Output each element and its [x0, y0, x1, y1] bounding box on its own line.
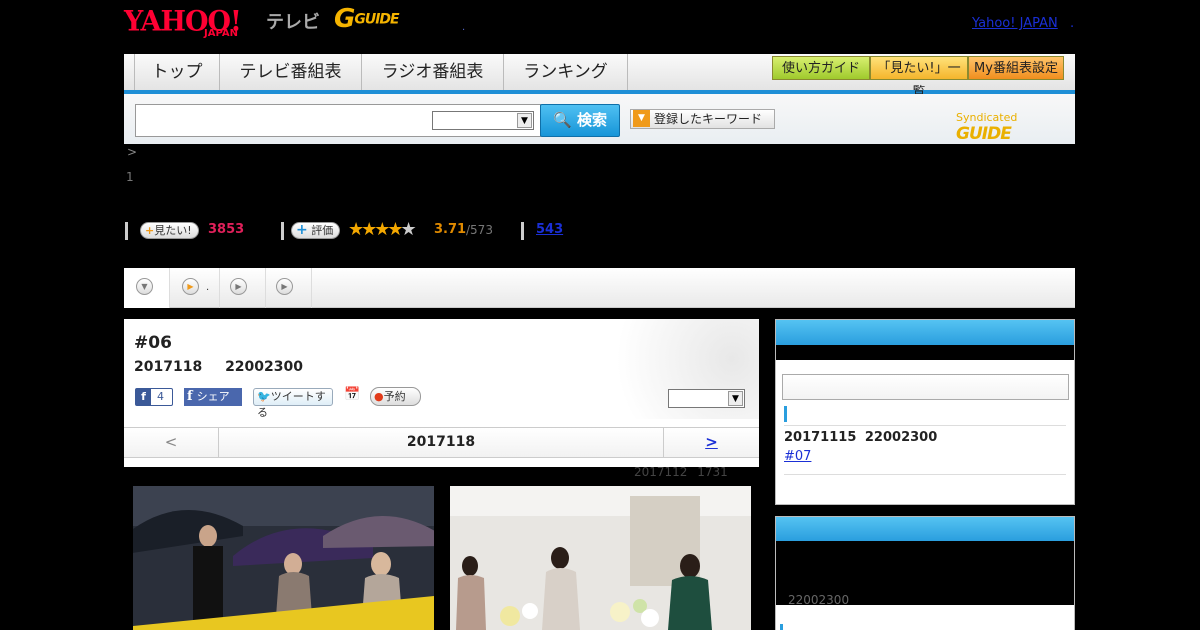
episode-title: #06 — [134, 333, 172, 353]
page: YAHOO! JAPAN テレビ GGUIDE . Yahoo! JAPAN .… — [0, 0, 1200, 630]
reserve-label: 予約 — [383, 390, 406, 403]
divider — [521, 222, 524, 240]
section-marker — [784, 406, 787, 422]
sidebar-content — [776, 605, 1074, 630]
search-category-select[interactable]: ▼ — [432, 111, 534, 130]
divider — [125, 222, 128, 240]
facebook-icon: f — [187, 389, 193, 404]
mitai-count: 3853 — [208, 222, 245, 237]
tab-4[interactable]: ▶ — [266, 268, 312, 308]
search-icon: 🔍 — [553, 111, 572, 129]
sidebar-header — [776, 517, 1074, 541]
reserve-button[interactable]: ●予約 — [370, 387, 421, 406]
scene-image-flowers — [450, 486, 751, 630]
plus-icon: + — [145, 224, 155, 237]
sidebar-field[interactable] — [782, 374, 1069, 400]
twitter-bird-icon: 🐦 — [257, 390, 271, 403]
usage-guide-button[interactable]: 使い方ガイド — [772, 56, 870, 80]
facebook-like-count[interactable]: f4 — [135, 388, 173, 406]
review-count-link[interactable]: 543 — [536, 222, 563, 237]
hyouka-button[interactable]: + 評価 — [291, 222, 341, 239]
tab-3[interactable]: ▶ — [220, 268, 266, 308]
next-episode-link[interactable]: #07 — [784, 449, 811, 464]
mitai-list-button[interactable]: 「見たい!」一覧 — [870, 56, 968, 100]
registered-keyword-label: 登録したキーワード — [654, 112, 763, 126]
dropdown-arrow-icon: ▼ — [633, 110, 650, 127]
breadcrumb: > — [127, 145, 138, 159]
tv-logo[interactable]: テレビ — [266, 8, 320, 34]
search-button-label: 検索 — [576, 111, 607, 129]
yahoo-link-dot: . — [1070, 16, 1075, 31]
date-pager: < 2017118 > — [124, 427, 759, 458]
main-nav: トップ テレビ番組表 ラジオ番組表 ランキング 使い方ガイド 「見たい!」一覧 … — [124, 54, 1075, 100]
gguide-logo-g: G — [334, 4, 355, 34]
sidebar-subheader — [776, 345, 1074, 360]
sidebar-header — [776, 320, 1074, 345]
nav-tab-ranking[interactable]: ランキング — [504, 54, 628, 90]
next-broadcast-datetime: 20171115 22002300 — [784, 430, 938, 445]
syndicated-gguide-logo: Syndicated GUIDE — [956, 111, 1075, 144]
play-circle-icon: ▶ — [182, 278, 199, 295]
tab-episode-list[interactable]: ▼ — [124, 268, 170, 308]
nav-tab-radio-schedule[interactable]: ラジオ番組表 — [362, 54, 504, 90]
syndicated-gguide-text: GUIDE — [956, 124, 1012, 144]
star-filled-icon: ★★★★ — [348, 219, 404, 240]
play-circle-icon: ▶ — [230, 278, 247, 295]
scene-image-umbrellas — [133, 486, 434, 630]
facebook-share-button[interactable]: f シェア — [184, 388, 242, 406]
header-dot: . — [462, 22, 466, 33]
tweet-button[interactable]: 🐦ツイートする — [253, 388, 333, 419]
rating-value: 3.71 — [434, 222, 467, 237]
rating-stars: ★★★★★ — [348, 219, 417, 240]
registered-keyword-button[interactable]: ▼ 登録したキーワード — [630, 109, 775, 129]
pager-current-date: 2017118 — [406, 434, 476, 450]
plus-icon: + — [296, 222, 308, 238]
gguide-logo[interactable]: GGUIDE — [334, 4, 400, 34]
tab-2[interactable]: ▶ — [170, 268, 220, 308]
nav-tab-tv-schedule[interactable]: テレビ番組表 — [220, 54, 362, 90]
chevron-down-icon: ▼ — [517, 113, 532, 128]
divider — [784, 474, 1066, 475]
record-dot-icon: ● — [374, 390, 384, 403]
star-empty-icon: ★ — [400, 219, 417, 240]
facebook-count-value: 4 — [157, 390, 164, 403]
episode-select[interactable]: ▼ — [668, 389, 745, 408]
facebook-icon: f — [136, 389, 151, 405]
section-marker — [780, 624, 783, 630]
rating-total: /573 — [466, 223, 493, 237]
search-button[interactable]: 🔍 検索 — [540, 104, 620, 137]
sidebar-next-broadcast: 20171115 22002300 #07 — [775, 319, 1075, 505]
syndicated-label: Syndicated — [956, 111, 1018, 124]
episode-datetime: 2017118 22002300 — [134, 359, 303, 375]
program-tab-bar: ▼ ▶ . ▶ ▶ — [124, 268, 1075, 308]
play-circle-icon: ▶ — [276, 278, 293, 295]
gguide-logo-suffix: GUIDE — [354, 11, 399, 28]
my-schedule-settings-button[interactable]: My番組表設定 — [968, 56, 1064, 80]
episode-panel: #06 2017118 22002300 f4 f シェア 🐦ツイートする 📅 ●… — [124, 319, 759, 467]
divider — [784, 425, 1066, 426]
search-area: ▼ 🔍 検索 ▼ 登録したキーワード Syndicated GUIDE — [124, 94, 1075, 144]
hyouka-label: 評価 — [311, 224, 334, 237]
pager-prev-button[interactable]: < — [124, 428, 219, 457]
chevron-down-circle-icon: ▼ — [136, 278, 153, 295]
sidebar-time: 22002300 — [788, 593, 850, 607]
sidebar-box-2: 22002300 — [775, 516, 1075, 630]
update-timestamp: 2017112 1731 — [634, 465, 728, 479]
divider — [281, 222, 284, 240]
yahoo-japan-logo-text: JAPAN — [204, 28, 238, 39]
chevron-down-icon: ▼ — [728, 391, 743, 406]
tab-2-label: . — [206, 282, 210, 293]
add-calendar-icon[interactable]: 📅 — [344, 387, 360, 405]
nav-tab-top[interactable]: トップ — [134, 54, 220, 90]
facebook-share-label: シェア — [196, 390, 230, 403]
pager-next-button[interactable]: > — [663, 428, 759, 457]
mitai-button[interactable]: +見たい! — [140, 222, 199, 239]
yahoo-japan-link[interactable]: Yahoo! JAPAN — [972, 16, 1058, 31]
count-line: 1 — [126, 170, 134, 184]
mitai-label: 見たい! — [154, 224, 192, 237]
